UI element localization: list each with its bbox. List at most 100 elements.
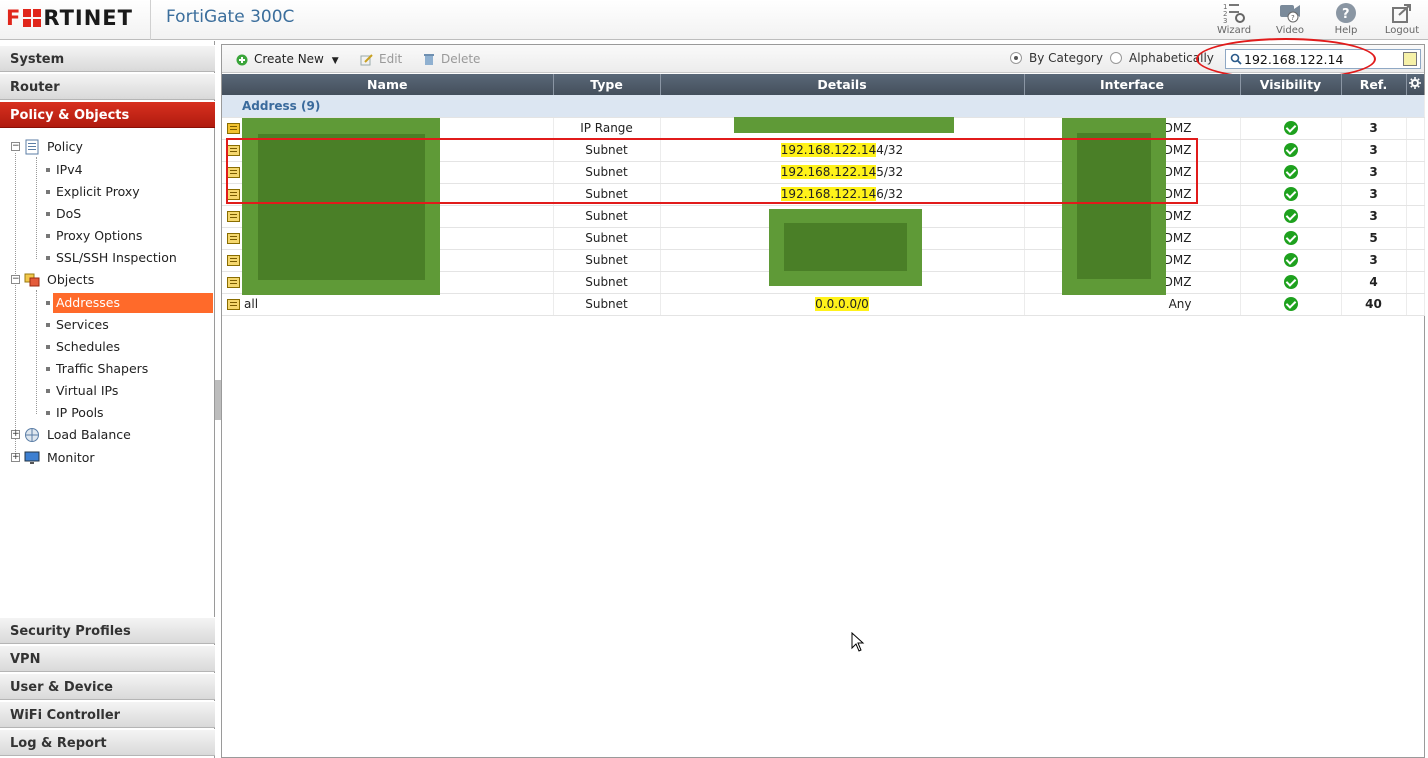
cell-visibility — [1240, 117, 1342, 140]
nav-policy-objects[interactable]: Policy & Objects — [0, 101, 215, 128]
tree-bullet — [46, 323, 50, 327]
details-rest: 5/32 — [876, 165, 904, 179]
address-icon — [227, 122, 240, 134]
redaction-block — [242, 118, 440, 295]
nav-user-device[interactable]: User & Device — [0, 673, 215, 700]
expand-toggle-monitor[interactable]: + — [11, 453, 20, 462]
cell-type: Subnet — [553, 249, 661, 272]
visible-check-icon — [1283, 297, 1298, 312]
category-label: Address (9) — [222, 95, 1425, 118]
nav-vpn[interactable]: VPN — [0, 645, 215, 672]
cell-ref[interactable]: 5 — [1341, 227, 1407, 250]
column-details[interactable]: Details — [660, 74, 1025, 95]
svg-text:?: ? — [1291, 14, 1295, 22]
tree-bullet — [46, 345, 50, 349]
tree-item-schedules[interactable]: Schedules — [56, 337, 120, 357]
address-icon — [227, 298, 240, 310]
video-button[interactable]: ? Video — [1268, 0, 1312, 40]
visible-check-icon — [1283, 187, 1298, 202]
table-row[interactable]: all Subnet 0.0.0.0/0 Any 40 — [222, 293, 1425, 316]
redaction-block — [1062, 118, 1166, 295]
address-icon — [227, 166, 240, 178]
address-icon — [227, 276, 240, 288]
tree-bullet — [46, 301, 50, 305]
wizard-button[interactable]: 1 2 3 Wizard — [1212, 0, 1256, 40]
tree-item-services[interactable]: Services — [56, 315, 109, 335]
tree-objects[interactable]: Objects — [47, 270, 94, 290]
tree-item-proxy-options[interactable]: Proxy Options — [56, 226, 142, 246]
nav-log-report[interactable]: Log & Report — [0, 729, 215, 756]
monitor-icon — [24, 451, 40, 464]
tree-item-dos[interactable]: DoS — [56, 204, 81, 224]
visible-check-icon — [1283, 275, 1298, 290]
alphabetically-label: Alphabetically — [1129, 51, 1214, 65]
address-icon — [227, 188, 240, 200]
column-ref[interactable]: Ref. — [1341, 74, 1407, 95]
cell-visibility — [1240, 139, 1342, 162]
cell-ref[interactable]: 40 — [1341, 293, 1407, 316]
search-input[interactable] — [1244, 51, 1394, 67]
redaction-block — [734, 117, 954, 133]
column-visibility[interactable]: Visibility — [1240, 74, 1342, 95]
logout-button[interactable]: Logout — [1380, 0, 1424, 40]
search-go-button[interactable] — [1403, 52, 1417, 66]
create-new-button[interactable]: Create New ▼ — [236, 51, 339, 67]
edit-icon — [360, 54, 373, 66]
column-name[interactable]: Name — [222, 74, 554, 95]
nav-router[interactable]: Router — [0, 73, 215, 100]
tree-item-ip-pools[interactable]: IP Pools — [56, 403, 104, 423]
edit-button[interactable]: Edit — [360, 51, 402, 67]
nav-wifi-controller[interactable]: WiFi Controller — [0, 701, 215, 728]
header-divider — [150, 0, 151, 40]
nav-system[interactable]: System — [0, 45, 215, 72]
category-row[interactable]: Address (9) — [222, 95, 1425, 118]
cell-ref[interactable]: 3 — [1341, 205, 1407, 228]
logout-icon — [1392, 4, 1411, 23]
expand-toggle-load-balance[interactable]: + — [11, 430, 20, 439]
toolbar: Create New ▼ Edit Delete By Category Alp… — [222, 38, 1424, 80]
expand-toggle-objects[interactable]: − — [11, 275, 20, 284]
tree-bullet — [46, 212, 50, 216]
cell-ref[interactable]: 3 — [1341, 249, 1407, 272]
tree-item-virtual-ips[interactable]: Virtual IPs — [56, 381, 118, 401]
tree-policy[interactable]: Policy — [47, 137, 83, 157]
cell-type: IP Range — [553, 117, 661, 140]
column-interface[interactable]: Interface — [1024, 74, 1241, 95]
alphabetically-radio[interactable] — [1110, 52, 1122, 64]
trash-icon — [424, 54, 434, 65]
tree-bullet — [46, 168, 50, 172]
tree-item-explicit-proxy[interactable]: Explicit Proxy — [56, 182, 140, 202]
column-settings-button[interactable] — [1406, 74, 1424, 95]
svg-text:?: ? — [1342, 7, 1350, 22]
cell-blank — [1406, 271, 1425, 294]
cell-type: Subnet — [553, 227, 661, 250]
delete-button[interactable]: Delete — [423, 51, 480, 67]
details-highlight: 192.168.122.14 — [780, 143, 877, 157]
cell-type: Subnet — [553, 271, 661, 294]
tree-item-ipv4[interactable]: IPv4 — [56, 160, 83, 180]
by-category-radio[interactable] — [1010, 52, 1022, 64]
search-icon — [1230, 53, 1242, 65]
tree-item-addresses[interactable]: Addresses — [53, 293, 213, 313]
cell-visibility — [1240, 161, 1342, 184]
nav-security-profiles[interactable]: Security Profiles — [0, 617, 215, 644]
cell-ref[interactable]: 3 — [1341, 161, 1407, 184]
help-button[interactable]: ? Help — [1324, 0, 1368, 40]
tree-item-traffic-shapers[interactable]: Traffic Shapers — [56, 359, 148, 379]
tree-load-balance[interactable]: Load Balance — [47, 425, 131, 445]
tree-item-ssl-ssh-inspection[interactable]: SSL/SSH Inspection — [56, 248, 177, 268]
redaction-block — [769, 209, 922, 286]
column-type[interactable]: Type — [553, 74, 661, 95]
cell-visibility — [1240, 183, 1342, 206]
tree-line — [36, 290, 37, 414]
expand-toggle-policy[interactable]: − — [11, 142, 20, 151]
cell-name: all — [222, 293, 554, 316]
cell-blank — [1406, 139, 1425, 162]
cell-ref[interactable]: 3 — [1341, 117, 1407, 140]
tree-bullet — [46, 389, 50, 393]
tree-line — [15, 153, 16, 458]
tree-monitor[interactable]: Monitor — [47, 448, 95, 468]
cell-ref[interactable]: 3 — [1341, 139, 1407, 162]
cell-ref[interactable]: 4 — [1341, 271, 1407, 294]
cell-ref[interactable]: 3 — [1341, 183, 1407, 206]
